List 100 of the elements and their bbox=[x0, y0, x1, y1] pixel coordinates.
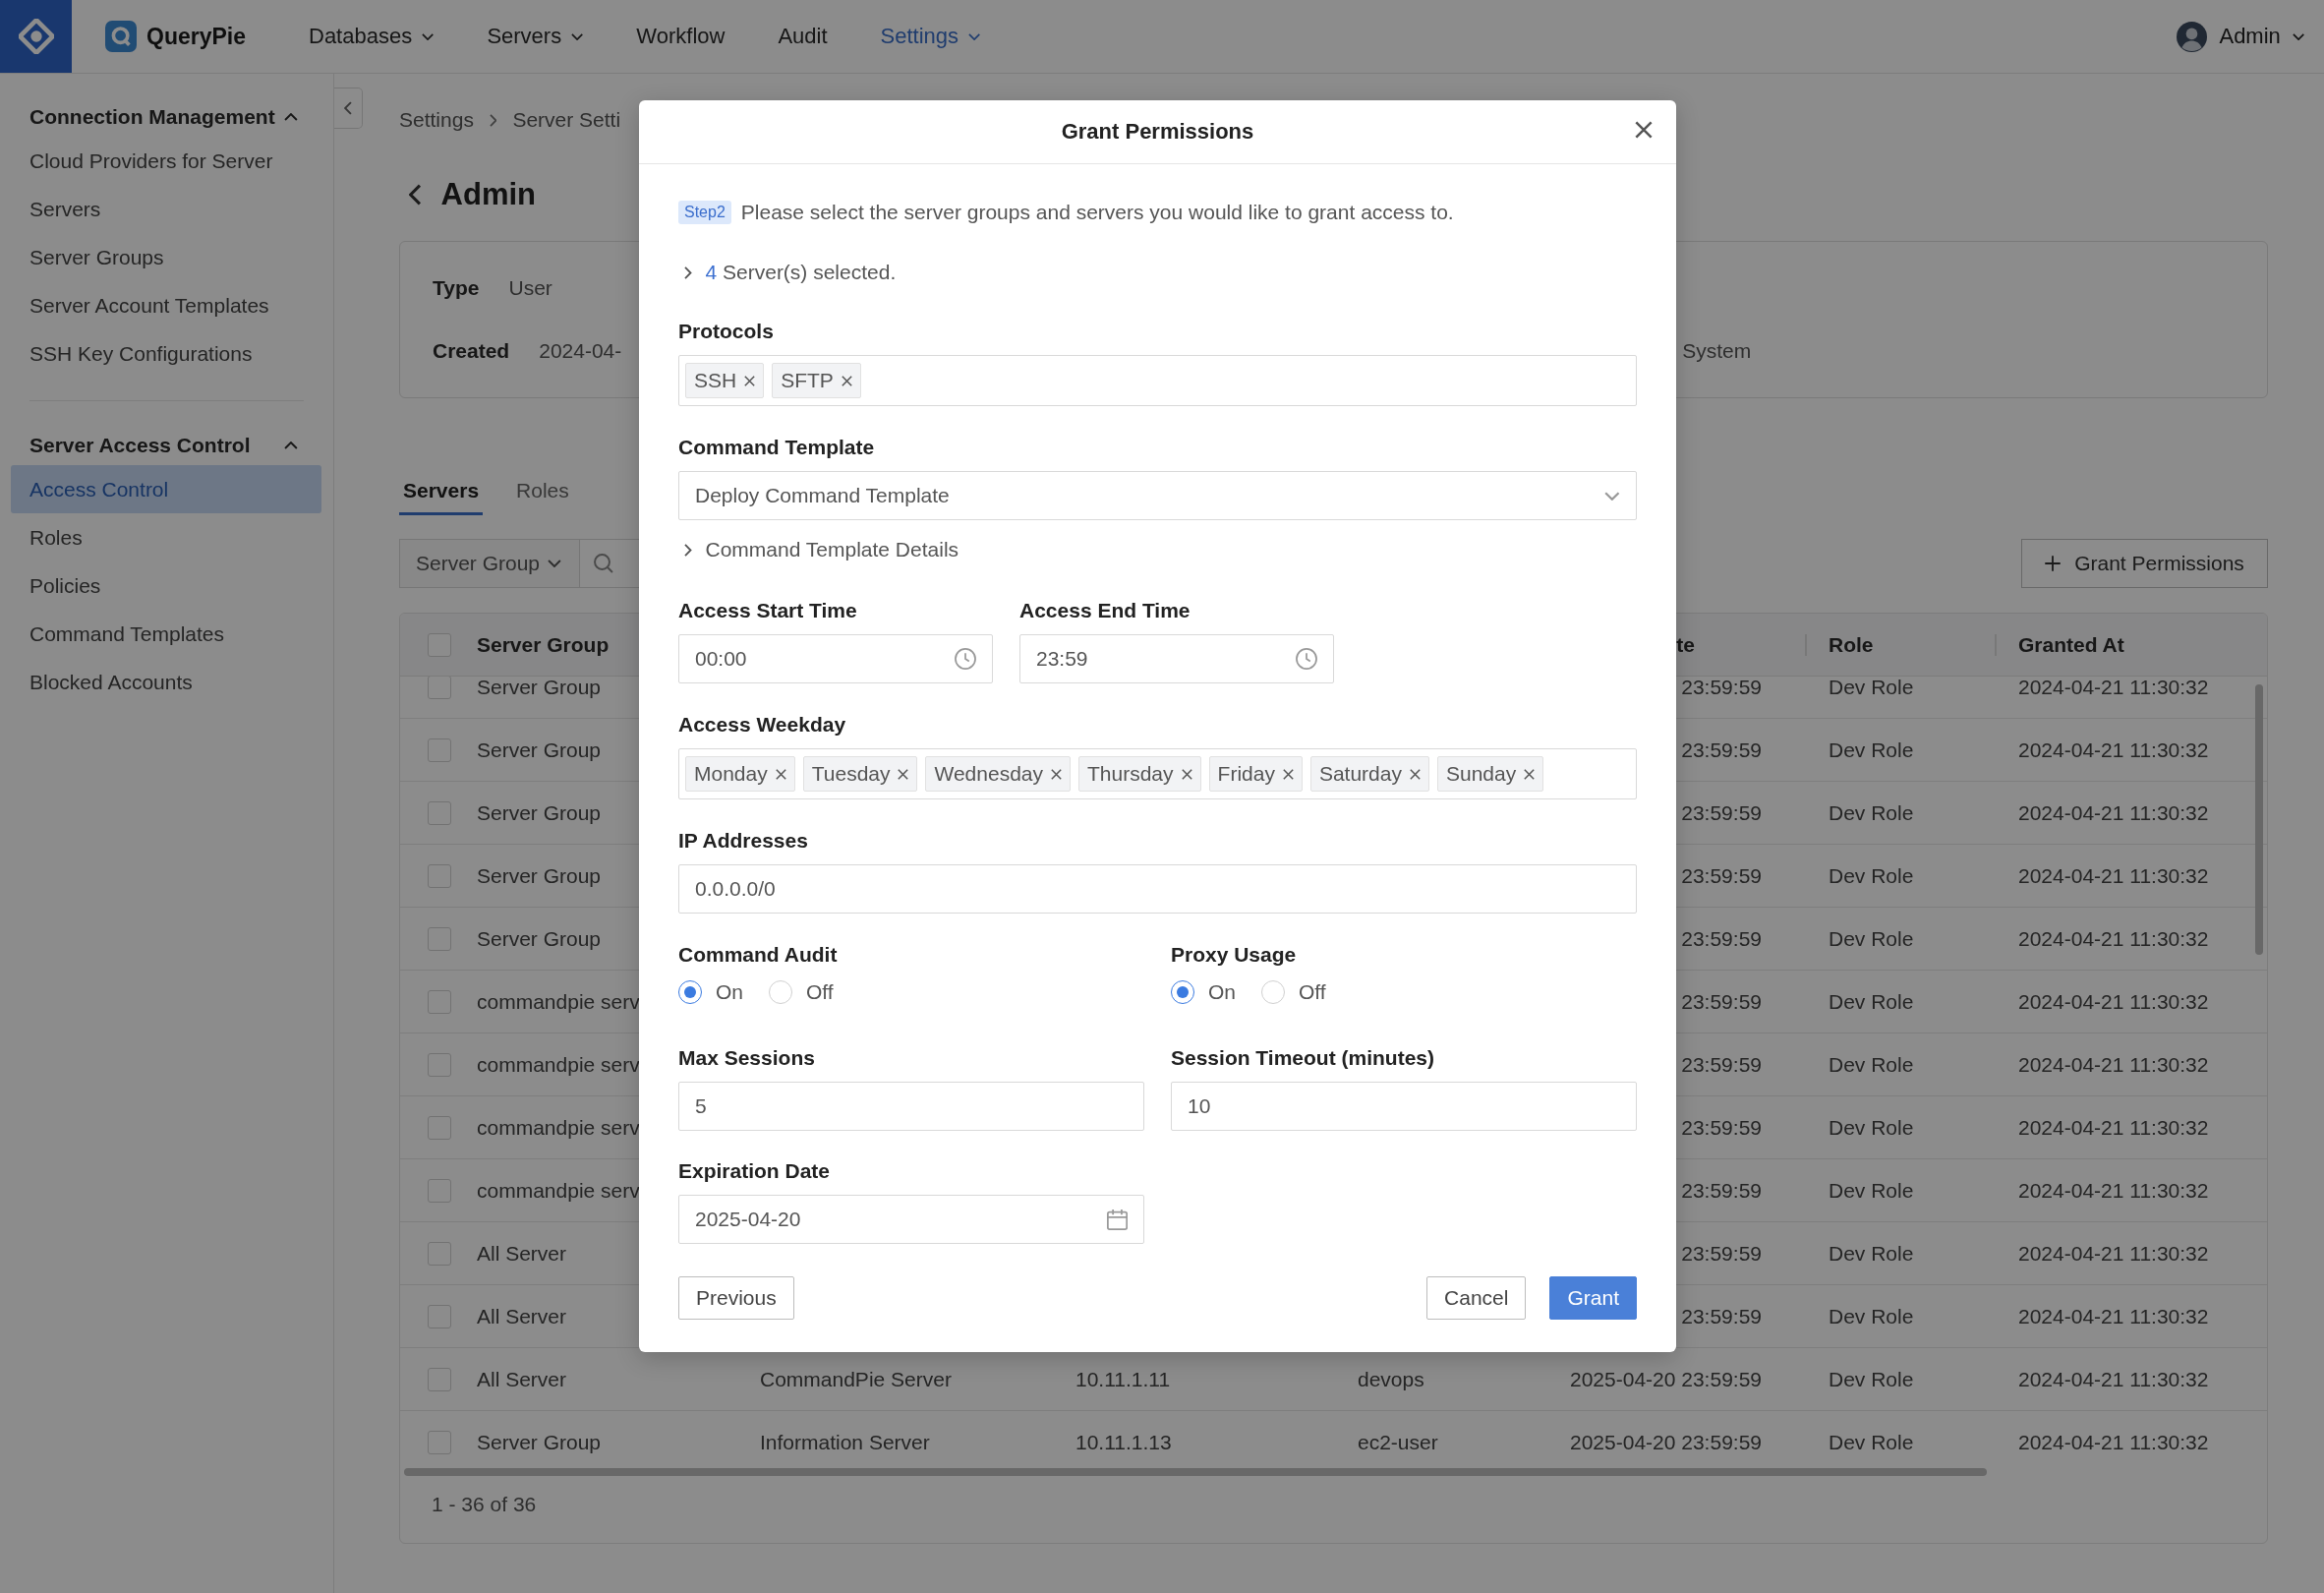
remove-tag-icon[interactable] bbox=[1051, 768, 1062, 780]
sidebar-item[interactable]: Servers bbox=[0, 185, 333, 233]
tag-chip[interactable]: Sunday bbox=[1437, 756, 1544, 792]
input-field[interactable]: 0.0.0.0/0 bbox=[678, 864, 1637, 914]
radio-label: Off bbox=[1299, 980, 1326, 1004]
field-label: IP Addresses bbox=[678, 828, 809, 854]
nav-menu-item[interactable]: Audit bbox=[778, 24, 828, 49]
tab[interactable]: Roles bbox=[512, 471, 573, 515]
selection-toggle[interactable]: 4 Server(s) selected. bbox=[678, 259, 897, 286]
table-cell: Dev Role bbox=[1829, 926, 1914, 950]
checkbox[interactable] bbox=[428, 632, 451, 657]
nav-menu-item[interactable]: Servers bbox=[487, 24, 584, 49]
tab[interactable]: Servers bbox=[399, 471, 484, 515]
remove-tag-icon[interactable] bbox=[1410, 768, 1421, 780]
remove-tag-icon[interactable] bbox=[841, 375, 852, 386]
remove-tag-icon[interactable] bbox=[744, 375, 756, 386]
template-details-toggle[interactable]: Command Template Details bbox=[678, 536, 959, 563]
user-menu[interactable]: Admin bbox=[2177, 21, 2304, 52]
clock-icon bbox=[1296, 648, 1317, 670]
breadcrumb-item[interactable]: Settings bbox=[399, 108, 474, 132]
tag-chip[interactable]: SSH bbox=[685, 363, 765, 398]
tag-chip[interactable]: Wednesday bbox=[925, 756, 1071, 792]
sidebar-item[interactable]: Blocked Accounts bbox=[0, 658, 333, 706]
sidebar-item[interactable]: SSH Key Configurations bbox=[0, 329, 333, 378]
sidebar-item[interactable]: Policies bbox=[0, 561, 333, 610]
detail-value: User bbox=[508, 276, 552, 300]
nav-menu-item[interactable]: Workflow bbox=[636, 24, 726, 49]
table-cell: 23:59:59 bbox=[1681, 1115, 1762, 1139]
select-field[interactable]: Deploy Command Template bbox=[678, 471, 1637, 520]
remove-tag-icon[interactable] bbox=[1524, 768, 1536, 780]
checkbox[interactable] bbox=[428, 989, 451, 1014]
input-field[interactable]: 5 bbox=[678, 1082, 1144, 1131]
grant-permissions-button[interactable]: Grant Permissions bbox=[2021, 539, 2268, 588]
calendar-icon bbox=[1106, 1209, 1128, 1230]
sidebar-section-header[interactable]: Server Access Control bbox=[0, 426, 333, 465]
table-cell: 2024-04-21 11:30:32 bbox=[2018, 800, 2209, 824]
nav-menu-item[interactable]: Databases bbox=[309, 24, 435, 49]
tag-chip[interactable]: Monday bbox=[685, 756, 795, 792]
remove-tag-icon[interactable] bbox=[898, 768, 909, 780]
tag-chip[interactable]: Saturday bbox=[1309, 756, 1429, 792]
radio-label: On bbox=[716, 980, 743, 1004]
sidebar-item[interactable]: Roles bbox=[0, 513, 333, 561]
table-cell: commandpie serv bbox=[477, 989, 640, 1013]
sidebar-item[interactable]: Cloud Providers for Server bbox=[0, 137, 333, 185]
caret-icon bbox=[548, 560, 561, 567]
checkbox[interactable] bbox=[428, 1304, 451, 1328]
column-header: Server Group bbox=[477, 632, 610, 656]
table-cell: Dev Role bbox=[1829, 863, 1914, 887]
tag-chip[interactable]: Thursday bbox=[1078, 756, 1201, 792]
time-field[interactable]: 23:59 bbox=[1019, 634, 1334, 683]
table-cell: Information Server bbox=[760, 1430, 930, 1453]
checkbox[interactable] bbox=[428, 926, 451, 951]
checkbox[interactable] bbox=[428, 800, 451, 825]
checkbox[interactable] bbox=[428, 1430, 451, 1454]
checkbox[interactable] bbox=[428, 1052, 451, 1077]
close-button[interactable] bbox=[1635, 121, 1653, 139]
remove-tag-icon[interactable] bbox=[1282, 768, 1294, 780]
tag-chip[interactable]: Friday bbox=[1208, 756, 1303, 792]
nav-menu-item[interactable]: Settings bbox=[880, 24, 981, 49]
date-field[interactable]: 2025-04-20 bbox=[678, 1195, 1144, 1244]
table-cell: Server Group bbox=[477, 677, 602, 698]
remove-tag-icon[interactable] bbox=[1181, 768, 1192, 780]
radio-button[interactable] bbox=[1171, 980, 1194, 1004]
checkbox[interactable] bbox=[428, 677, 451, 699]
table-cell: 23:59:59 bbox=[1681, 1052, 1762, 1076]
sidebar-item[interactable]: Server Groups bbox=[0, 233, 333, 281]
checkbox[interactable] bbox=[428, 1115, 451, 1140]
checkbox[interactable] bbox=[428, 1241, 451, 1266]
time-field[interactable]: 00:00 bbox=[678, 634, 993, 683]
tag-chip[interactable]: SFTP bbox=[772, 363, 861, 398]
table-cell: Server Group bbox=[477, 800, 602, 824]
table-cell: Dev Role bbox=[1829, 1241, 1914, 1265]
column-header: te bbox=[1676, 632, 1695, 656]
table-cell: Dev Role bbox=[1829, 1304, 1914, 1328]
table-cell: CommandPie Server bbox=[760, 1367, 952, 1390]
tag-chip[interactable]: Tuesday bbox=[802, 756, 918, 792]
plus-icon bbox=[2045, 556, 2062, 571]
checkbox[interactable] bbox=[428, 1367, 451, 1391]
table-cell: 23:59:59 bbox=[1681, 1178, 1762, 1202]
radio-button[interactable] bbox=[678, 980, 702, 1004]
remove-tag-icon[interactable] bbox=[775, 768, 786, 780]
collapse-sidebar-button[interactable] bbox=[334, 88, 363, 129]
checkbox[interactable] bbox=[428, 863, 451, 888]
sidebar-item[interactable]: Command Templates bbox=[0, 610, 333, 658]
table-cell: 2024-04-21 11:30:32 bbox=[2018, 1178, 2209, 1202]
checkbox[interactable] bbox=[428, 738, 451, 762]
table-cell: 2025-04-20 23:59:59 bbox=[1570, 1367, 1762, 1390]
checkbox[interactable] bbox=[428, 1178, 451, 1203]
secondary-button[interactable]: Cancel bbox=[1426, 1276, 1527, 1320]
tag-input-field[interactable]: Monday Tuesday Wednesday Thursday Friday Saturday Sunday bbox=[678, 748, 1637, 799]
secondary-button[interactable]: Previous bbox=[678, 1276, 794, 1320]
primary-button[interactable]: Grant bbox=[1549, 1276, 1637, 1320]
input-field[interactable]: 10 bbox=[1171, 1082, 1637, 1131]
column-header: Granted At bbox=[2018, 632, 2124, 656]
tag-input-field[interactable]: SSH SFTP bbox=[678, 355, 1637, 406]
home-button[interactable] bbox=[0, 0, 72, 73]
filter-dropdown[interactable]: Server Group bbox=[399, 539, 580, 588]
table-cell: 23:59:59 bbox=[1681, 863, 1762, 887]
sidebar-item[interactable]: Server Account Templates bbox=[0, 281, 333, 329]
sidebar-section-header[interactable]: Connection Management bbox=[0, 97, 333, 137]
